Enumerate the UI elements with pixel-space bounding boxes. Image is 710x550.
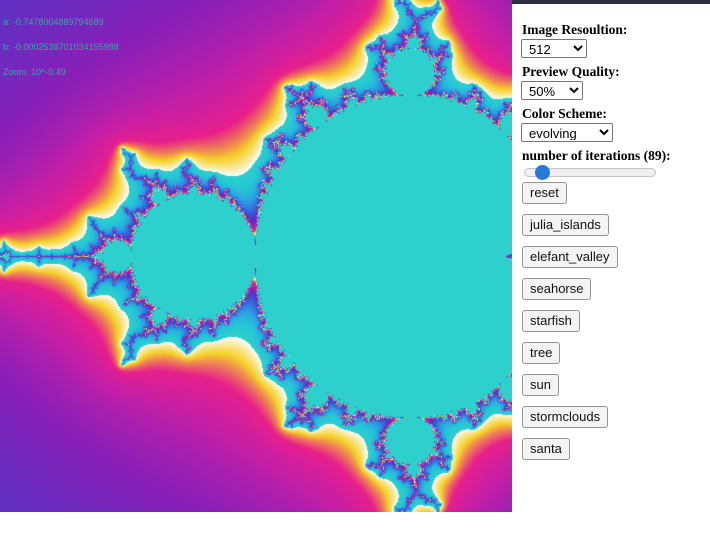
preset-button-stormclouds[interactable]: stormclouds: [522, 406, 608, 428]
resolution-label: Image Resoultion:: [522, 22, 706, 37]
controls-panel: Image Resoultion: 512 Preview Quality: 5…: [520, 22, 706, 470]
preview-quality-select[interactable]: 50%: [521, 81, 583, 100]
resolution-select[interactable]: 512: [521, 39, 587, 58]
app-root: a: -0.7478004889794689 b: -0.00025387010…: [0, 0, 710, 550]
top-strip: [512, 0, 710, 4]
preset-button-list: reset julia_islands elefant_valley seahorse…: [520, 182, 706, 460]
preset-button-tree[interactable]: tree: [522, 342, 560, 364]
preset-button-julia_islands[interactable]: julia_islands: [522, 214, 609, 236]
preset-button-starfish[interactable]: starfish: [522, 310, 580, 332]
preset-button-sun[interactable]: sun: [522, 374, 559, 396]
preset-button-reset[interactable]: reset: [522, 182, 567, 204]
color-scheme-select[interactable]: evolving: [521, 123, 613, 142]
iterations-label: number of iterations (89):: [522, 148, 706, 163]
iterations-slider[interactable]: [524, 167, 656, 178]
fractal-viewport[interactable]: a: -0.7478004889794689 b: -0.00025387010…: [0, 0, 512, 512]
preset-button-elefant_valley[interactable]: elefant_valley: [522, 246, 618, 268]
preview-quality-label: Preview Quality:: [522, 64, 706, 79]
preset-button-seahorse[interactable]: seahorse: [522, 278, 591, 300]
preset-button-santa[interactable]: santa: [522, 438, 570, 460]
fractal-canvas[interactable]: [0, 0, 512, 512]
color-scheme-label: Color Scheme:: [522, 106, 706, 121]
